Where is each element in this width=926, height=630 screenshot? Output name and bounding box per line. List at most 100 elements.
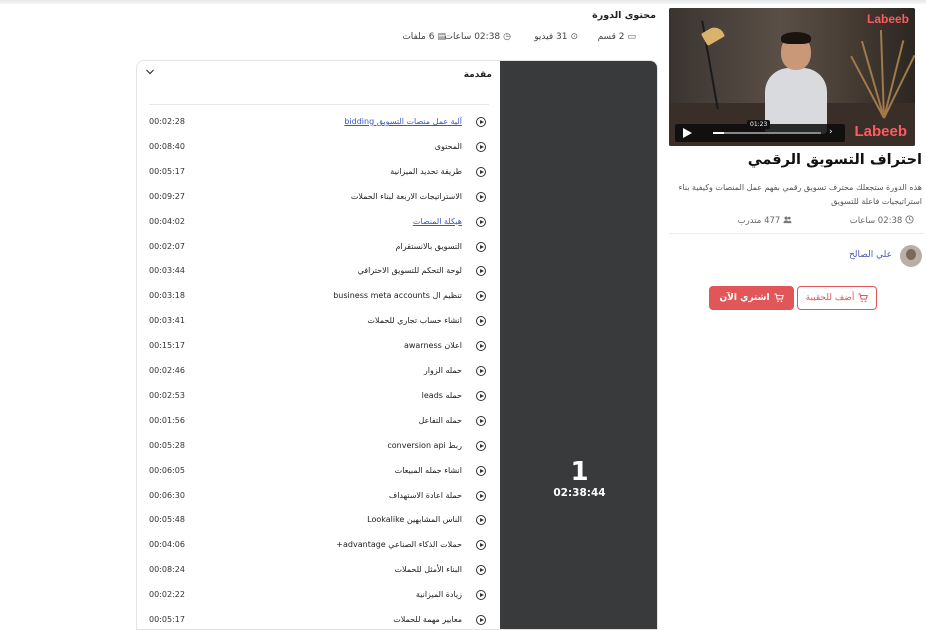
lesson-list: مقدمة آلية عمل منصات التسويق bidding 00:0… (137, 61, 500, 629)
video-progress-track[interactable]: 01:23 (713, 120, 821, 134)
lesson-title[interactable]: التسويق بالانستقرام (396, 240, 462, 254)
lesson-duration: 00:02:28 (149, 117, 185, 126)
course-trainees: 477 متدرب (738, 215, 792, 226)
play-circle-icon[interactable] (476, 291, 486, 302)
lesson-row[interactable]: حمله الزوار 00:02:46 (137, 364, 500, 389)
play-circle-icon[interactable] (476, 490, 486, 501)
cart-icon (858, 293, 869, 303)
section-summary-panel (500, 61, 657, 629)
add-to-cart-button[interactable]: أضف للحقيبة (797, 286, 877, 310)
lesson-row[interactable]: حملة اعادة الاستهداف 00:06:30 (137, 489, 500, 514)
cart-icon (774, 293, 784, 303)
lesson-duration: 00:09:27 (149, 191, 185, 201)
lesson-title[interactable]: انشاء حمله المبيعات (395, 464, 462, 478)
file-icon: ▤ (437, 32, 446, 42)
lesson-duration: 00:04:02 (149, 216, 185, 226)
lesson-row[interactable]: طريقة تحديد الميزانية 00:05:17 (137, 165, 500, 190)
play-circle-icon[interactable] (476, 590, 486, 601)
lesson-row[interactable]: انشاء حساب تجاري للحملات 00:03:41 (137, 314, 500, 339)
lesson-duration: 00:15:17 (149, 341, 185, 351)
lesson-row[interactable]: هيكلة المنصات 00:04:02 (137, 215, 500, 240)
lesson-title[interactable]: تنظيم ال business meta accounts (333, 289, 462, 303)
chevron-right-icon[interactable]: › (829, 127, 833, 137)
lesson-duration: 00:02:53 (149, 390, 185, 400)
lesson-duration: 00:02:22 (149, 590, 185, 600)
lesson-title[interactable]: انشاء حساب تجاري للحملات (367, 314, 462, 328)
play-circle-icon[interactable] (476, 191, 486, 202)
lesson-duration: 00:03:44 (149, 266, 185, 276)
lesson-row[interactable]: البناء الأمثل للحملات 00:08:24 (137, 563, 500, 588)
lesson-row[interactable]: الناس المشابهين Lookalike 00:05:48 (137, 513, 500, 538)
lesson-row[interactable]: آلية عمل منصات التسويق bidding 00:02:28 (137, 115, 500, 140)
video-progress-fill (713, 132, 724, 134)
section-title[interactable]: مقدمة (464, 70, 492, 80)
lesson-title[interactable]: البناء الأمثل للحملات (395, 563, 463, 577)
lesson-row[interactable]: المحتوى 00:08:40 (137, 140, 500, 165)
lesson-row[interactable]: حمله leads 00:02:53 (137, 389, 500, 414)
course-content-panel: مقدمة آلية عمل منصات التسويق bidding 00:0… (136, 60, 658, 630)
chevron-down-icon[interactable] (145, 67, 155, 77)
lesson-duration: 00:05:17 (149, 615, 185, 624)
lesson-row[interactable]: ربط conversion api 00:05:28 (137, 439, 500, 464)
play-circle-icon[interactable] (476, 465, 486, 476)
lesson-title[interactable]: ربط conversion api (387, 439, 462, 453)
play-circle-icon[interactable] (476, 266, 486, 277)
play-circle-icon[interactable] (476, 366, 486, 376)
lesson-row[interactable]: حمله التفاعل 00:01:56 (137, 414, 500, 439)
divider (669, 233, 924, 234)
lesson-row[interactable]: زيادة الميزانية 00:02:22 (137, 588, 500, 613)
lesson-row[interactable]: تنظيم ال business meta accounts 00:03:18 (137, 289, 500, 314)
lesson-row[interactable]: التسويق بالانستقرام 00:02:07 (137, 240, 500, 265)
play-circle-icon[interactable] (476, 316, 486, 327)
lesson-title[interactable]: اعلان awarness (404, 339, 462, 353)
lesson-title[interactable]: معايير مهمة للحملات (393, 613, 462, 627)
labeeb-logo-top: Labeeb (866, 12, 909, 26)
lesson-row[interactable]: اعلان awarness 00:15:17 (137, 339, 500, 364)
lesson-title[interactable]: حملات الذكاء الصناعي advantage+ (336, 538, 462, 552)
lesson-title[interactable]: لوحة التحكم للتسويق الاحترافي (358, 264, 462, 278)
play-circle-icon[interactable] (476, 440, 486, 451)
play-circle-icon: ⊙ (570, 32, 578, 42)
play-circle-icon[interactable] (476, 515, 486, 526)
play-circle-icon[interactable] (476, 615, 486, 625)
lesson-title[interactable]: آلية عمل منصات التسويق bidding (344, 115, 462, 129)
lesson-duration: 00:02:07 (149, 241, 185, 251)
instructor-name[interactable]: علي الصالح (849, 250, 892, 260)
instructor-avatar[interactable] (900, 245, 922, 267)
course-preview-video[interactable]: Labeeb Labeeb 01:23 › (669, 8, 915, 146)
lesson-row[interactable]: معايير مهمة للحملات 00:05:17 (137, 613, 500, 629)
play-circle-icon[interactable] (476, 166, 486, 177)
play-circle-icon[interactable] (476, 415, 486, 426)
lesson-title[interactable]: حمله التفاعل (419, 414, 462, 428)
lesson-title[interactable]: حملة اعادة الاستهداف (389, 489, 462, 503)
course-trainees-label: 477 متدرب (737, 216, 781, 226)
play-icon[interactable] (683, 128, 692, 138)
lesson-duration: 00:01:56 (149, 415, 185, 425)
play-circle-icon[interactable] (476, 216, 486, 227)
play-circle-icon[interactable] (476, 565, 486, 576)
lesson-row[interactable]: الاستراتيجات الاربعة لبناء الحملات 00:09:… (137, 190, 500, 215)
divider (149, 104, 489, 105)
lesson-title[interactable]: زيادة الميزانية (416, 588, 462, 602)
lesson-row[interactable]: حملات الذكاء الصناعي advantage+ 00:04:06 (137, 538, 500, 563)
lesson-title[interactable]: الناس المشابهين Lookalike (367, 513, 462, 527)
play-circle-icon[interactable] (476, 341, 486, 352)
lesson-duration: 00:08:24 (149, 565, 185, 575)
lesson-duration: 00:06:30 (149, 490, 185, 500)
presenter (765, 32, 827, 134)
lesson-row[interactable]: انشاء حمله المبيعات 00:06:05 (137, 464, 500, 489)
play-circle-icon[interactable] (476, 390, 486, 401)
play-circle-icon[interactable] (476, 141, 486, 152)
lesson-title[interactable]: المحتوى (435, 140, 462, 154)
play-circle-icon[interactable] (476, 241, 486, 252)
lesson-title[interactable]: حمله الزوار (424, 364, 462, 378)
lesson-title[interactable]: حمله leads (422, 389, 462, 403)
buy-now-button[interactable]: اشتري الآن (709, 286, 794, 310)
course-duration-label: 02:38 ساعات (849, 216, 903, 226)
lesson-title[interactable]: طريقة تحديد الميزانية (390, 165, 462, 179)
lesson-row[interactable]: لوحة التحكم للتسويق الاحترافي 00:03:44 (137, 264, 500, 289)
play-circle-icon[interactable] (476, 540, 486, 551)
lesson-title[interactable]: الاستراتيجات الاربعة لبناء الحملات (351, 190, 462, 204)
play-circle-icon[interactable] (476, 117, 486, 127)
lesson-title[interactable]: هيكلة المنصات (413, 215, 462, 229)
